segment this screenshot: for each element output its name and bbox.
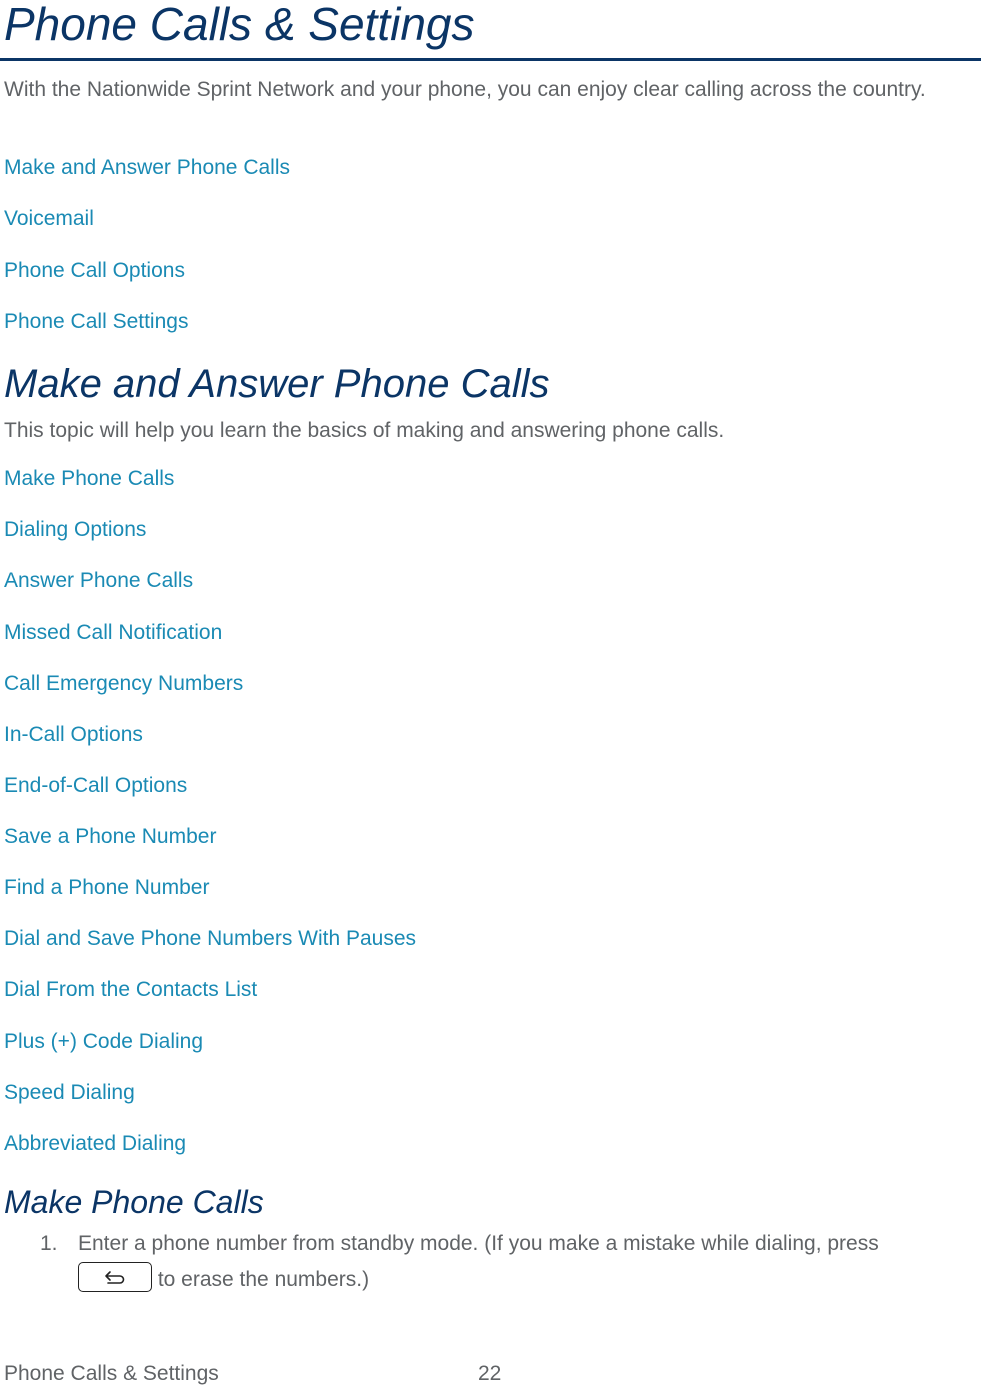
link-dialing-options[interactable]: Dialing Options	[4, 517, 146, 543]
link-voicemail[interactable]: Voicemail	[4, 206, 94, 232]
link-missed-call-notification[interactable]: Missed Call Notification	[4, 620, 222, 646]
back-key-icon	[104, 1266, 126, 1288]
link-find-a-phone-number[interactable]: Find a Phone Number	[4, 875, 209, 901]
section-title: Make and Answer Phone Calls	[4, 362, 550, 406]
subsection-title: Make Phone Calls	[4, 1184, 264, 1220]
link-make-phone-calls[interactable]: Make Phone Calls	[4, 466, 174, 492]
step-text: Enter a phone number from standby mode. …	[78, 1226, 968, 1298]
footer-section-name: Phone Calls & Settings	[4, 1362, 219, 1385]
page-title: Phone Calls & Settings	[4, 0, 475, 50]
footer-page-number: 22	[478, 1362, 502, 1385]
link-abbreviated-dialing[interactable]: Abbreviated Dialing	[4, 1131, 186, 1157]
section-description: This topic will help you learn the basic…	[4, 419, 725, 442]
link-save-a-phone-number[interactable]: Save a Phone Number	[4, 824, 216, 850]
intro-paragraph: With the Nationwide Sprint Network and y…	[4, 78, 926, 101]
step-text-after: to erase the numbers.)	[152, 1268, 370, 1291]
back-key-button[interactable]	[78, 1262, 152, 1293]
link-phone-call-options[interactable]: Phone Call Options	[4, 258, 185, 284]
link-end-of-call-options[interactable]: End-of-Call Options	[4, 773, 187, 799]
link-in-call-options[interactable]: In-Call Options	[4, 722, 143, 748]
title-divider	[0, 58, 981, 61]
link-speed-dialing[interactable]: Speed Dialing	[4, 1080, 135, 1106]
link-make-and-answer-phone-calls[interactable]: Make and Answer Phone Calls	[4, 155, 290, 181]
link-phone-call-settings[interactable]: Phone Call Settings	[4, 309, 188, 335]
step-number: 1.	[40, 1232, 58, 1255]
link-answer-phone-calls[interactable]: Answer Phone Calls	[4, 568, 193, 594]
link-call-emergency-numbers[interactable]: Call Emergency Numbers	[4, 671, 243, 697]
link-plus-code-dialing[interactable]: Plus (+) Code Dialing	[4, 1029, 203, 1055]
link-dial-from-contacts-list[interactable]: Dial From the Contacts List	[4, 977, 257, 1003]
step-text-before: Enter a phone number from standby mode. …	[78, 1232, 879, 1255]
link-dial-and-save-with-pauses[interactable]: Dial and Save Phone Numbers With Pauses	[4, 926, 416, 952]
